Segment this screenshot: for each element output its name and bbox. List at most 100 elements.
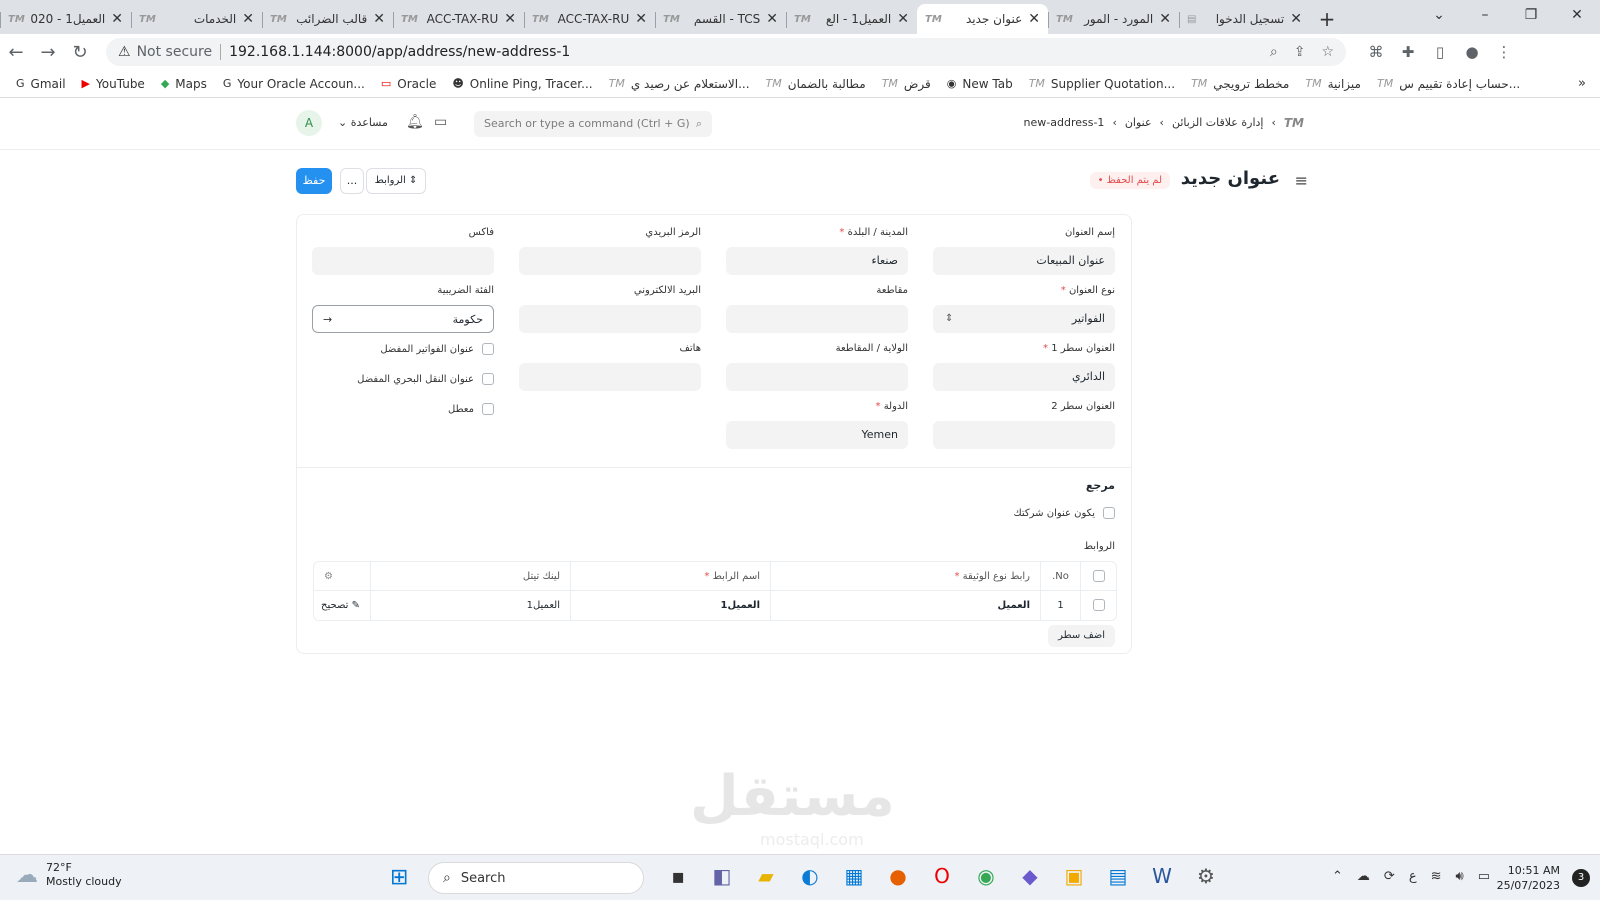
app-logo[interactable]: TM <box>1284 116 1304 130</box>
preferred-shipping-checkbox[interactable]: عنوان النقل البحري المفضل <box>357 373 494 385</box>
chat-icon[interactable]: ▭ <box>434 114 447 130</box>
awesome-bar-search[interactable]: Search or type a command (Ctrl + G) ⌕ <box>474 111 712 137</box>
clock[interactable]: 10:51 AM 25/07/2023 <box>1497 863 1560 893</box>
close-icon[interactable]: ✕ <box>373 11 385 27</box>
table-row[interactable]: 1 العميل العميل1 العميل1 ✎ تصحيح <box>314 591 1116 620</box>
settings-icon[interactable]: ⚙ <box>1184 864 1228 888</box>
add-row-button[interactable]: اضف سطر <box>1048 625 1115 647</box>
sidepanel-icon[interactable]: ▯ <box>1424 43 1456 61</box>
profile-icon[interactable]: ● <box>1456 43 1488 61</box>
chrome-icon[interactable]: ◉ <box>964 864 1008 888</box>
zoom-icon[interactable]: ⌕ <box>1270 44 1278 60</box>
bookmark-item[interactable]: G Gmail <box>16 77 66 91</box>
restore-icon[interactable]: ❐ <box>1508 0 1554 30</box>
firefox-icon[interactable]: ● <box>876 864 920 888</box>
city-input[interactable]: صنعاء <box>726 247 908 275</box>
app-icon[interactable]: ◆ <box>1008 864 1052 888</box>
bookmark-item[interactable]: TM قرض <box>882 77 931 91</box>
browser-tab-active[interactable]: ✕ عنوان جديد TM <box>917 4 1048 34</box>
link-title-cell[interactable]: العميل1 <box>370 591 570 620</box>
chevron-down-icon[interactable]: ⌄ <box>1416 0 1462 30</box>
file-explorer-icon[interactable]: ▰ <box>744 864 788 888</box>
url-text[interactable]: 192.168.1.144:8000/app/address/new-addre… <box>229 44 1254 60</box>
select-all-checkbox[interactable] <box>1092 569 1105 582</box>
forward-icon[interactable]: → <box>32 42 64 63</box>
close-icon[interactable]: ✕ <box>1159 11 1171 27</box>
breadcrumb-item[interactable]: إدارة علاقات الزبائن <box>1172 116 1264 130</box>
url-bar[interactable]: ⚠ Not secure 192.168.1.144:8000/app/addr… <box>106 38 1346 66</box>
disabled-checkbox[interactable]: معطل <box>448 403 494 415</box>
preferred-billing-checkbox[interactable]: عنوان الفواتير المفضل <box>380 343 494 355</box>
address-line2-input[interactable] <box>933 421 1115 449</box>
close-icon[interactable]: ✕ <box>242 11 254 27</box>
fax-input[interactable] <box>312 247 494 275</box>
edge-icon[interactable]: ◐ <box>788 864 832 888</box>
bookmark-item[interactable]: G Your Oracle Accoun... <box>223 77 365 91</box>
puzzle-icon[interactable]: ✚ <box>1392 43 1424 61</box>
link-doctype-cell[interactable]: العميل <box>770 591 1040 620</box>
opera-icon[interactable]: O <box>920 864 964 888</box>
bookmark-item[interactable]: ▭ Oracle <box>381 77 436 91</box>
kebab-menu-icon[interactable]: ⋮ <box>1488 43 1520 61</box>
links-dropdown-button[interactable]: الروابط ⇕ <box>366 168 426 194</box>
tax-category-input[interactable]: حكومة → <box>312 305 494 333</box>
volume-icon[interactable]: 🔊︎ <box>1456 869 1464 884</box>
star-icon[interactable]: ☆ <box>1321 44 1334 60</box>
bookmark-item[interactable]: TM حساب إعادة تقييم س... <box>1377 77 1520 91</box>
country-input[interactable]: Yemen <box>726 421 908 449</box>
task-view-icon[interactable]: ▪ <box>656 864 700 888</box>
reload-icon[interactable]: ↻ <box>64 42 96 63</box>
browser-tab[interactable]: ✕ ACC-TAX-RU TM <box>393 4 524 34</box>
bookmark-item[interactable]: ☻ Online Ping, Tracer... <box>452 77 592 91</box>
help-dropdown[interactable]: ⌄ مساعدة <box>338 116 388 129</box>
address-line1-input[interactable]: الدائري <box>933 363 1115 391</box>
close-icon[interactable]: ✕ <box>504 11 516 27</box>
bookmark-item[interactable]: TM مخطط ترويجي <box>1191 77 1289 91</box>
browser-tab[interactable]: ✕ المورد - المور TM <box>1048 4 1179 34</box>
bookmark-item[interactable]: ▶ YouTube <box>82 77 145 91</box>
save-button[interactable]: حفظ <box>296 168 332 194</box>
edit-row-button[interactable]: ✎ تصحيح <box>314 591 370 620</box>
chevron-up-icon[interactable]: ⌃ <box>1332 869 1343 884</box>
close-icon[interactable]: ✕ <box>1028 11 1040 27</box>
bookmark-item[interactable]: TM مطالبة بالضمان <box>766 77 866 91</box>
address-type-select[interactable]: الفواتير ⇕ <box>933 305 1115 333</box>
battery-icon[interactable]: ▭ <box>1478 869 1490 884</box>
bookmark-item[interactable]: TM Supplier Quotation... <box>1029 77 1175 91</box>
state-input[interactable] <box>726 363 908 391</box>
breadcrumb-item[interactable]: new-address-1 <box>1024 116 1105 130</box>
email-input[interactable] <box>519 305 701 333</box>
minimize-icon[interactable]: – <box>1462 0 1508 30</box>
store-icon[interactable]: ▦ <box>832 864 876 888</box>
sync-icon[interactable]: ⟳ <box>1384 869 1395 884</box>
county-input[interactable] <box>726 305 908 333</box>
address-title-input[interactable]: عنوان المبيعات <box>933 247 1115 275</box>
row-checkbox[interactable] <box>1092 599 1105 611</box>
close-window-icon[interactable]: ✕ <box>1554 0 1600 30</box>
breadcrumb-item[interactable]: عنوان <box>1125 116 1152 130</box>
browser-tab[interactable]: ✕ قالب الضرائب TM <box>262 4 393 34</box>
sidebar-toggle-icon[interactable]: ≡ <box>1295 171 1308 190</box>
browser-tab[interactable]: ✕ الخدمات TM <box>131 4 262 34</box>
onedrive-icon[interactable]: ☁ <box>1357 869 1370 884</box>
bookmark-item[interactable]: ◉ New Tab <box>947 77 1013 91</box>
taskbar-search[interactable]: ⌕ Search <box>428 862 644 894</box>
bookmark-item[interactable]: ◆ Maps <box>161 77 207 91</box>
link-name-cell[interactable]: العميل1 <box>570 591 770 620</box>
close-icon[interactable]: ✕ <box>635 11 647 27</box>
browser-tab[interactable]: ✕ ACC-TAX-RU TM <box>524 4 655 34</box>
new-tab-button[interactable]: + <box>1310 4 1344 34</box>
browser-tab[interactable]: ✕ العميل1 - الع TM <box>786 4 917 34</box>
avatar[interactable]: A <box>296 110 322 136</box>
bookmark-item[interactable]: TM ميزانية <box>1305 77 1361 91</box>
gear-icon[interactable]: ⚙ <box>324 571 333 582</box>
bell-icon[interactable]: 🔔︎ <box>406 114 424 130</box>
back-icon[interactable]: ← <box>0 42 32 63</box>
section-heading[interactable]: مرجع <box>1086 479 1115 492</box>
share-icon[interactable]: ⇪ <box>1294 44 1306 60</box>
is-company-address-checkbox[interactable]: يكون عنوان شركتك <box>1013 507 1115 519</box>
close-icon[interactable]: ✕ <box>111 11 123 27</box>
notepad-icon[interactable]: ▤ <box>1096 864 1140 888</box>
column-settings[interactable]: ⚙ <box>314 562 370 591</box>
warning-icon[interactable]: ⚠ <box>118 44 131 60</box>
